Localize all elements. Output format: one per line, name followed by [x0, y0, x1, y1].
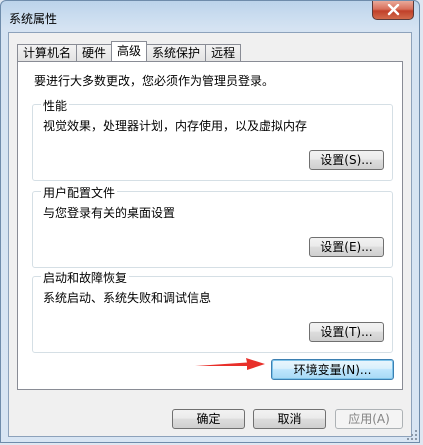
tab-hardware[interactable]: 硬件	[76, 44, 113, 61]
window-title: 系统属性	[9, 12, 58, 26]
performance-group-title: 性能	[41, 97, 70, 114]
close-button[interactable]	[372, 1, 414, 20]
startup-recovery-group: 启动和故障恢复 系统启动、系统失败和调试信息 设置(T)...	[32, 269, 393, 353]
tab-advanced[interactable]: 高级	[111, 41, 148, 61]
performance-group: 性能 视觉效果，处理器计划，内存使用，以及虚拟内存 设置(S)...	[32, 97, 393, 181]
advanced-tab-page: 要进行大多数更改，您必须作为管理员登录。 性能 视觉效果，处理器计划，内存使用，…	[17, 61, 403, 390]
environment-variables-button[interactable]: 环境变量(N)...	[271, 359, 394, 380]
startup-recovery-group-title: 启动和故障恢复	[41, 269, 130, 286]
performance-description: 视觉效果，处理器计划，内存使用，以及虚拟内存	[43, 119, 308, 133]
close-icon	[387, 4, 400, 16]
user-profiles-group-title: 用户配置文件	[41, 184, 118, 201]
tab-remote[interactable]: 远程	[205, 44, 242, 61]
user-profiles-group: 用户配置文件 与您登录有关的桌面设置 设置(E)...	[32, 184, 393, 268]
tab-computer-name[interactable]: 计算机名	[17, 44, 78, 61]
dialog-client-area: 计算机名 硬件 高级 系统保护 远程 要进行大多数更改，您必须作为管理员登录。 …	[8, 32, 412, 437]
user-profiles-settings-button[interactable]: 设置(E)...	[309, 237, 384, 257]
startup-recovery-settings-button[interactable]: 设置(T)...	[309, 322, 384, 342]
user-profiles-description: 与您登录有关的桌面设置	[43, 206, 176, 220]
tab-strip: 计算机名 硬件 高级 系统保护 远程	[17, 41, 242, 61]
ok-button[interactable]: 确定	[172, 409, 245, 429]
tab-system-protection[interactable]: 系统保护	[146, 44, 207, 61]
admin-notice: 要进行大多数更改，您必须作为管理员登录。	[34, 74, 275, 88]
cancel-button[interactable]: 取消	[253, 409, 326, 429]
apply-button: 应用(A)	[335, 409, 403, 429]
system-properties-window: 系统属性 计算机名 硬件 高级 系统保护 远程 要进行大多数更改，您必须作为管理…	[0, 0, 420, 443]
performance-settings-button[interactable]: 设置(S)...	[309, 150, 384, 170]
resize-grip-icon[interactable]	[407, 430, 417, 440]
red-arrow-annotation-icon	[195, 358, 265, 370]
startup-recovery-description: 系统启动、系统失败和调试信息	[43, 291, 212, 305]
